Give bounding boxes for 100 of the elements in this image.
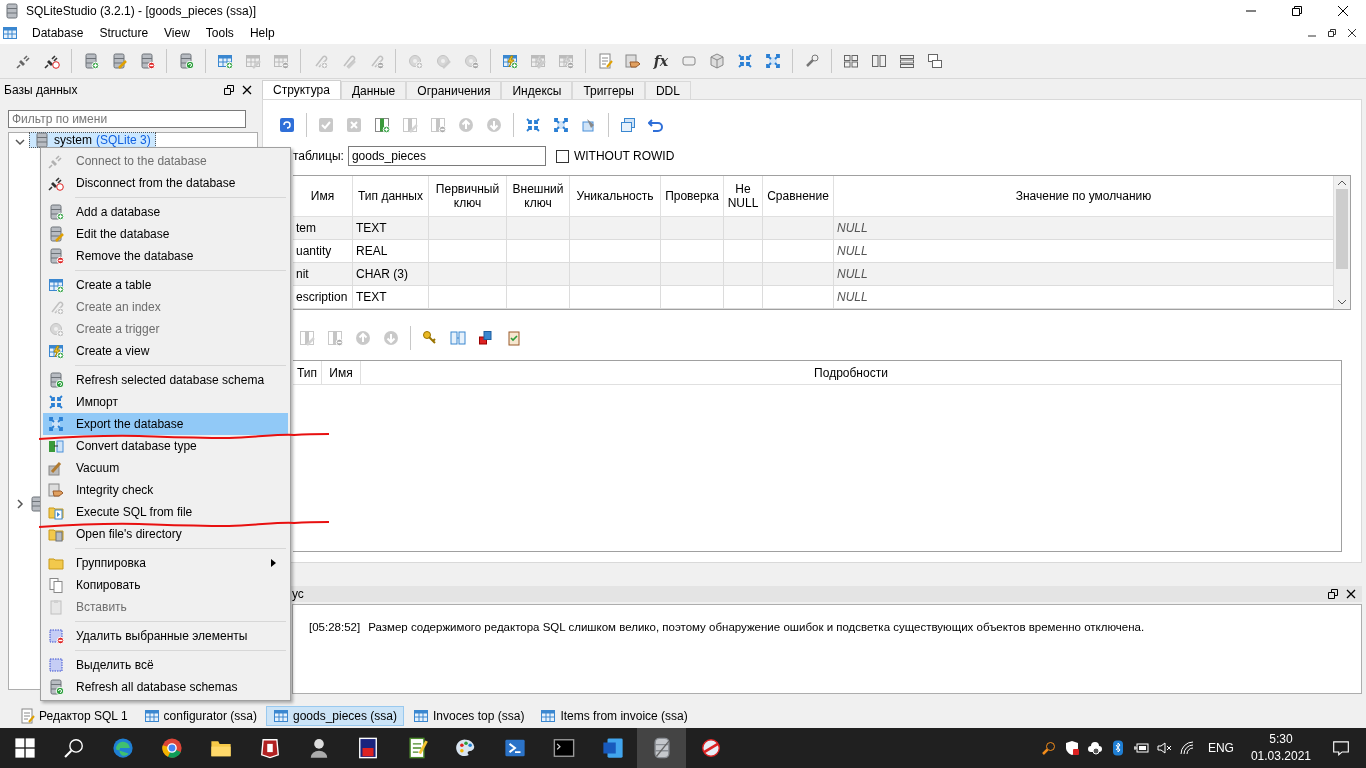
scroll-down-icon[interactable] bbox=[1338, 299, 1346, 305]
menu-item[interactable]: Help bbox=[241, 23, 283, 43]
database-icon[interactable] bbox=[111, 53, 127, 69]
menu-item[interactable]: Create a table bbox=[43, 274, 288, 296]
cube-icon[interactable] bbox=[709, 53, 725, 69]
layout-icon[interactable] bbox=[927, 53, 943, 69]
layout-icon[interactable] bbox=[871, 53, 887, 69]
plug-icon[interactable] bbox=[16, 53, 32, 69]
menu-item[interactable]: Database bbox=[24, 23, 92, 43]
table-icon[interactable] bbox=[217, 53, 233, 69]
restore-icon[interactable] bbox=[1292, 6, 1302, 16]
window-tab[interactable]: configurator (ssa) bbox=[136, 706, 264, 726]
blocks-icon[interactable] bbox=[478, 330, 494, 346]
restore-icon[interactable] bbox=[1328, 29, 1336, 37]
battery-icon[interactable] bbox=[1132, 740, 1149, 756]
tab[interactable]: Триггеры bbox=[572, 81, 645, 99]
menu-item[interactable]: Add a database bbox=[43, 201, 288, 223]
app-icon[interactable] bbox=[258, 737, 281, 759]
arrows-icon[interactable] bbox=[525, 117, 541, 133]
tab[interactable]: Структура bbox=[262, 80, 341, 99]
tables-icon[interactable] bbox=[620, 117, 636, 133]
close-icon[interactable] bbox=[1338, 6, 1348, 16]
menu-item[interactable]: Refresh all database schemas bbox=[43, 676, 288, 698]
menu-item[interactable]: Refresh selected database schema bbox=[43, 369, 288, 391]
view-icon[interactable] bbox=[502, 53, 518, 69]
key-icon[interactable] bbox=[422, 330, 438, 346]
start-icon[interactable] bbox=[13, 737, 36, 759]
shield-icon[interactable] bbox=[1063, 740, 1080, 756]
arrows-icon[interactable] bbox=[737, 53, 753, 69]
checkbox[interactable] bbox=[555, 149, 569, 163]
function-button[interactable]: fx bbox=[653, 53, 669, 69]
menu-item[interactable]: Удалить выбранные элементы bbox=[43, 625, 288, 647]
window-tab[interactable]: goods_pieces (ssa) bbox=[265, 706, 404, 726]
menu-item[interactable]: Копировать bbox=[43, 574, 288, 596]
browser-icon[interactable] bbox=[111, 737, 134, 759]
tab[interactable]: Данные bbox=[340, 81, 407, 99]
undo-icon[interactable] bbox=[648, 117, 664, 133]
palette-icon[interactable] bbox=[454, 737, 477, 759]
tab[interactable]: Индексы bbox=[501, 81, 573, 99]
hand-icon[interactable] bbox=[625, 53, 641, 69]
menu-item[interactable]: Группировка bbox=[43, 552, 288, 574]
document-icon[interactable] bbox=[601, 737, 624, 759]
menu-item[interactable]: Convert database type bbox=[43, 435, 288, 457]
wrench-icon[interactable] bbox=[804, 53, 820, 69]
expand-icon[interactable] bbox=[15, 499, 25, 509]
browser-icon[interactable] bbox=[160, 737, 183, 759]
menu-item[interactable]: Integrity check bbox=[43, 479, 288, 501]
search-icon[interactable] bbox=[62, 737, 85, 759]
close-icon[interactable] bbox=[242, 85, 252, 95]
clipboard-icon[interactable] bbox=[506, 330, 522, 346]
menu-item[interactable]: Disconnect from the database bbox=[43, 172, 288, 194]
database-icon[interactable] bbox=[139, 53, 155, 69]
menu-item[interactable]: Create a view bbox=[43, 340, 288, 362]
language-indicator[interactable]: ENG bbox=[1207, 741, 1234, 755]
menu-item[interactable]: Выделить всё bbox=[43, 654, 288, 676]
terminal-icon[interactable] bbox=[503, 737, 526, 759]
close-icon[interactable] bbox=[1346, 589, 1356, 599]
tree-item[interactable]: system (SQLite 3) bbox=[29, 132, 156, 148]
tab[interactable]: DDL bbox=[644, 81, 691, 99]
scroll-thumb[interactable] bbox=[1336, 189, 1348, 269]
layout-icon[interactable] bbox=[899, 53, 915, 69]
float-icon[interactable] bbox=[224, 85, 234, 95]
scrollbar[interactable] bbox=[1334, 176, 1350, 309]
menu-item[interactable]: Structure bbox=[91, 23, 157, 43]
column-icon[interactable] bbox=[374, 117, 390, 133]
menu-item[interactable]: View bbox=[156, 23, 198, 43]
menu-item[interactable]: Execute SQL from file bbox=[43, 501, 288, 523]
window-tab[interactable]: Редактор SQL 1 bbox=[12, 706, 135, 726]
cloud-icon[interactable] bbox=[1086, 740, 1103, 756]
float-icon[interactable] bbox=[1328, 589, 1338, 599]
database-icon[interactable] bbox=[178, 53, 194, 69]
magnifier-icon[interactable] bbox=[1040, 740, 1057, 756]
console-icon[interactable] bbox=[552, 737, 575, 759]
mute-icon[interactable] bbox=[1155, 740, 1172, 756]
layout-icon[interactable] bbox=[843, 53, 859, 69]
wifi-icon[interactable] bbox=[1178, 740, 1195, 756]
menu-item[interactable]: Edit the database bbox=[43, 223, 288, 245]
notifications-icon[interactable] bbox=[1332, 739, 1350, 757]
menu-item[interactable]: Vacuum bbox=[43, 457, 288, 479]
table-name-field[interactable]: goods_pieces bbox=[347, 146, 546, 166]
app-icon[interactable] bbox=[699, 737, 722, 759]
floppy-icon[interactable] bbox=[356, 737, 379, 759]
collapse-icon[interactable] bbox=[15, 137, 25, 147]
taskbar-button[interactable] bbox=[637, 728, 686, 768]
filter-field[interactable]: Фильтр по имени bbox=[8, 110, 246, 128]
unplug-icon[interactable] bbox=[44, 53, 60, 69]
refresh-icon[interactable] bbox=[279, 117, 295, 133]
link-icon[interactable] bbox=[450, 330, 466, 346]
fill-icon[interactable] bbox=[581, 117, 597, 133]
arrows-icon[interactable] bbox=[553, 117, 569, 133]
close-icon[interactable] bbox=[1348, 29, 1356, 37]
tab[interactable]: Ограничения bbox=[406, 81, 502, 99]
database-icon[interactable] bbox=[83, 53, 99, 69]
window-tab[interactable]: Invoces top (ssa) bbox=[406, 706, 532, 726]
scroll-up-icon[interactable] bbox=[1338, 180, 1346, 186]
menu-item[interactable]: Tools bbox=[197, 23, 242, 43]
menu-item[interactable]: Open file's directory bbox=[43, 523, 288, 545]
menu-item[interactable]: Remove the database bbox=[43, 245, 288, 267]
window-tab[interactable]: Items from invoice (ssa) bbox=[533, 706, 695, 726]
arrows-icon[interactable] bbox=[765, 53, 781, 69]
